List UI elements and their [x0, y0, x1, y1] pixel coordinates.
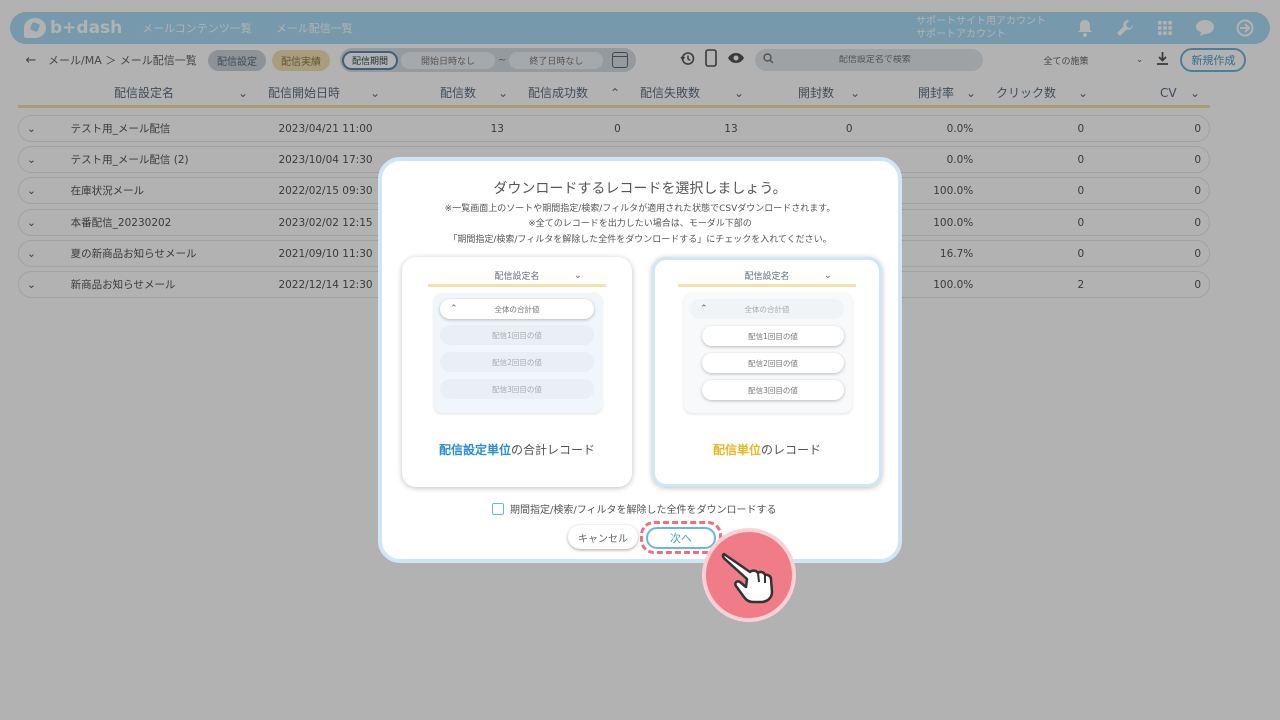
preview-sub-row: 配信3回目の値 [440, 379, 594, 399]
download-all-checkbox[interactable] [492, 502, 504, 515]
modal-note-2: ※全てのレコードを出力したい場合は、モーダル下部の [528, 219, 752, 229]
option-label-setting-total: 配信設定単位の合計レコード [438, 443, 596, 457]
card-header: 配信設定名 ⌄ [678, 267, 856, 287]
preview-total-row: ⌃ 全体の合計値 [440, 299, 594, 319]
chevron-up-icon: ⌃ [700, 304, 708, 314]
preview-sub-row: 配信1回目の値 [702, 326, 844, 346]
preview-sub-row: 配信1回目の値 [440, 325, 594, 345]
modal-note-1: ※一覧画面上のソートや期間指定/検索/フィルタが適用された状態でCSVダウンロー… [444, 204, 836, 214]
chevron-up-icon: ⌃ [450, 304, 458, 314]
pointing-hand-icon [702, 528, 796, 622]
record-preview: ⌃ 全体の合計値 配信1回目の値 配信2回目の値 配信3回目の値 [434, 293, 602, 413]
chevron-down-icon: ⌄ [573, 270, 582, 281]
preview-sub-row: 配信2回目の値 [440, 352, 594, 372]
chevron-down-icon: ⌄ [823, 270, 832, 281]
download-all-label: 期間指定/検索/フィルタを解除した全件をダウンロードする [510, 505, 777, 516]
download-all-option[interactable]: 期間指定/検索/フィルタを解除した全件をダウンロードする [492, 501, 777, 516]
option-card-setting-total[interactable]: 配信設定名 ⌄ ⌃ 全体の合計値 配信1回目の値 配信2回目の値 配信3回目の値… [402, 257, 632, 487]
card-header: 配信設定名 ⌄ [428, 267, 606, 287]
preview-total-row: ⌃ 全体の合計値 [690, 299, 844, 319]
option-label-per-delivery: 配信単位のレコード [712, 443, 822, 457]
modal-note-3: 「期間指定/検索/フィルタを解除した全件をダウンロードする」にチェックを入れてく… [448, 235, 832, 245]
record-preview: ⌃ 全体の合計値 配信1回目の値 配信2回目の値 配信3回目の値 [684, 293, 852, 413]
cancel-button[interactable]: キャンセル [568, 525, 638, 549]
preview-sub-row: 配信3回目の値 [702, 380, 844, 400]
next-button[interactable]: 次へ [646, 527, 716, 549]
download-record-modal: ダウンロードするレコードを選択しましょう。 ※一覧画面上のソートや期間指定/検索… [378, 157, 902, 563]
option-card-per-delivery[interactable]: 配信設定名 ⌄ ⌃ 全体の合計値 配信1回目の値 配信2回目の値 配信3回目の値… [652, 257, 882, 487]
preview-sub-row: 配信2回目の値 [702, 353, 844, 373]
modal-title: ダウンロードするレコードを選択しましょう。 [493, 181, 787, 197]
